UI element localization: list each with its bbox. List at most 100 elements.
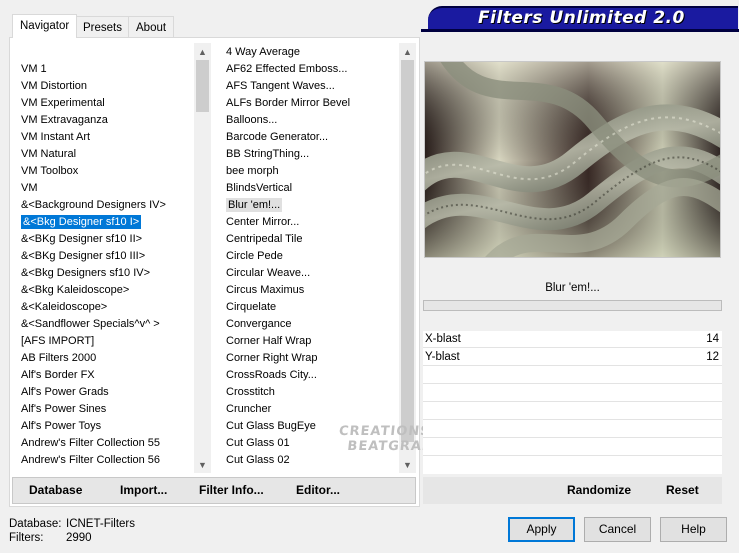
list-item[interactable]: Corner Right Wrap [223,350,398,367]
current-filter-name: Blur 'em!... [423,276,722,300]
list-item-label: [AFS IMPORT] [21,335,95,347]
list-item-label: Alf's Power Toys [21,420,102,432]
list-item[interactable]: VM Extravaganza [18,112,193,129]
app-title: Filters Unlimited 2.0 [478,8,685,28]
list-item[interactable]: Andrew's Filter Collection 56 [18,452,193,469]
list-item-label: &<Bkg Designers sf10 IV> [21,267,151,279]
import-button[interactable]: Import... [120,483,167,497]
scroll-down-icon[interactable]: ▼ [399,456,416,473]
category-scrollbar[interactable]: ▲ ▼ [194,43,211,473]
list-item-label: Alf's Border FX [21,369,95,381]
list-item[interactable]: Alf's Border FX [18,367,193,384]
scroll-down-icon[interactable]: ▼ [194,456,211,473]
list-item-label: Circle Pede [226,250,283,262]
progress-bar [423,300,722,311]
tab-presets[interactable]: Presets [75,16,130,37]
database-status-value: ICNET-Filters [66,518,135,530]
list-item[interactable]: VM Distortion [18,78,193,95]
randomize-button[interactable]: Randomize [567,483,631,497]
list-item[interactable]: Corner Half Wrap [223,333,398,350]
cancel-button[interactable]: Cancel [584,517,651,542]
param-row-empty [423,403,722,420]
list-item[interactable]: Alf's Power Grads [18,384,193,401]
tab-navigator-label: Navigator [20,20,70,32]
list-item[interactable]: VM [18,180,193,197]
list-item-label: Cut Glass 02 [226,454,290,466]
list-item-label: Barcode Generator... [226,131,329,143]
list-item[interactable]: BlindsVertical [223,180,398,197]
filter-scroll-thumb[interactable] [401,60,414,442]
list-item[interactable]: &<BKg Designer sf10 II> [18,231,193,248]
list-item[interactable]: AF62 Effected Emboss... [223,61,398,78]
list-item-label: Center Mirror... [226,216,300,228]
filter-info-button[interactable]: Filter Info... [199,483,264,497]
filters-count-label: Filters: [9,532,44,544]
list-item[interactable]: Barcode Generator... [223,129,398,146]
list-item[interactable]: Convergance [223,316,398,333]
scroll-up-icon[interactable]: ▲ [194,43,211,60]
list-item[interactable]: ALFs Border Mirror Bevel [223,95,398,112]
tab-about-label: About [136,22,167,34]
list-item-label: CrossRoads City... [226,369,317,381]
list-item[interactable]: Andrew's Filter Collection 55 [18,435,193,452]
list-item-label: 4 Way Average [226,46,300,58]
list-item[interactable]: Balloons... [223,112,398,129]
editor-button[interactable]: Editor... [296,483,340,497]
list-item[interactable]: AFS Tangent Waves... [223,78,398,95]
param-row-empty [423,439,722,456]
list-item[interactable]: [AFS IMPORT] [18,333,193,350]
category-list[interactable]: VM 1 VM Distortion VM Experimental VM Extra… [18,61,193,473]
list-item-label: AFS Tangent Waves... [226,80,335,92]
list-item[interactable]: VM 1 [18,61,193,78]
list-item-label: BB StringThing... [226,148,310,160]
list-item[interactable]: AB Filters 2000 [18,350,193,367]
list-item-label: Andrew's Filter Collection 56 [21,454,161,466]
list-item[interactable]: BB StringThing... [223,146,398,163]
param-row-y-blast[interactable]: Y-blast 12 [423,349,722,366]
list-item[interactable]: Centripedal Tile [223,231,398,248]
apply-button[interactable]: Apply [508,517,575,542]
scroll-up-icon[interactable]: ▲ [399,43,416,60]
list-item[interactable]: VM Experimental [18,95,193,112]
param-row-x-blast[interactable]: X-blast 14 [423,331,722,348]
list-item[interactable]: Alf's Power Sines [18,401,193,418]
list-item-label: VM [21,182,38,194]
list-item[interactable]: &<Bkg Kaleidoscope> [18,282,193,299]
tab-navigator[interactable]: Navigator [12,14,78,38]
reset-button[interactable]: Reset [666,483,699,497]
list-item[interactable]: &<Sandflower Specials^v^ > [18,316,193,333]
list-item[interactable]: Blur 'em!... [223,197,398,214]
list-item[interactable]: &<Bkg Designer sf10 I> [18,214,193,231]
list-item[interactable]: Cirquelate [223,299,398,316]
param-value: 14 [706,333,719,345]
category-scroll-thumb[interactable] [196,60,209,112]
database-button[interactable]: Database [29,483,82,497]
list-item[interactable]: VM Natural [18,146,193,163]
param-row-empty [423,385,722,402]
list-item[interactable]: Circular Weave... [223,265,398,282]
list-item[interactable]: &<Background Designers IV> [18,197,193,214]
help-button[interactable]: Help [660,517,727,542]
list-item[interactable]: &<Kaleidoscope> [18,299,193,316]
list-item[interactable]: Cruncher [223,401,398,418]
list-item[interactable]: Crosstitch [223,384,398,401]
list-item[interactable]: &<BKg Designer sf10 III> [18,248,193,265]
list-item[interactable]: VM Toolbox [18,163,193,180]
list-item[interactable]: &<Bkg Designers sf10 IV> [18,265,193,282]
list-item[interactable]: 4 Way Average [223,44,398,61]
list-item-label: Alf's Power Sines [21,403,107,415]
list-item[interactable]: Circle Pede [223,248,398,265]
list-item[interactable]: bee morph [223,163,398,180]
list-item[interactable]: CrossRoads City... [223,367,398,384]
filter-scrollbar[interactable]: ▲ ▼ [399,43,416,473]
list-item[interactable]: Center Mirror... [223,214,398,231]
list-item-label: &<Bkg Designer sf10 I> [21,215,142,229]
database-status-label: Database: [9,518,62,530]
filter-list[interactable]: 4 Way Average AF62 Effected Emboss... AFS … [223,44,398,473]
list-item-label: &<Background Designers IV> [21,199,166,211]
list-item[interactable]: Circus Maximus [223,282,398,299]
list-item[interactable]: VM Instant Art [18,129,193,146]
tab-about[interactable]: About [128,16,175,37]
list-item-label: Corner Right Wrap [226,352,318,364]
list-item[interactable]: Alf's Power Toys [18,418,193,435]
